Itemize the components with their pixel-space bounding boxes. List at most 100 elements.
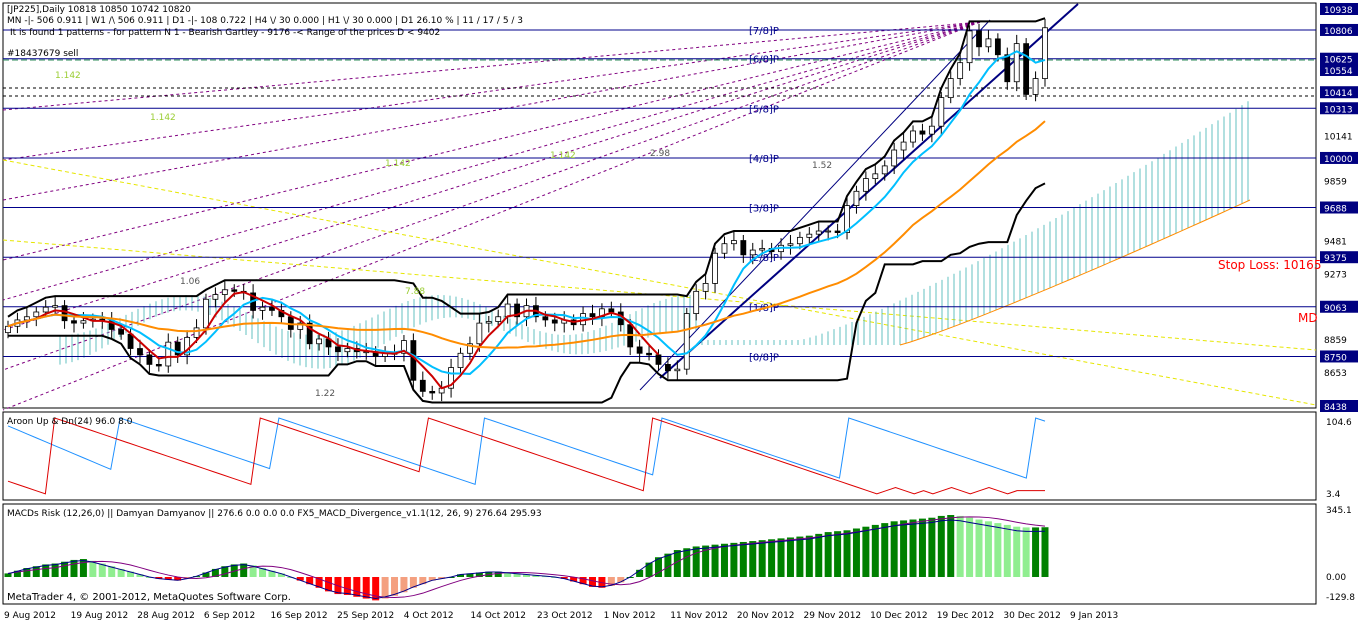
price-tag-label: 9688: [1324, 205, 1347, 215]
date-tick-label: 6 Sep 2012: [204, 611, 255, 621]
candle-body: [985, 38, 992, 48]
copyright-label: MetaTrader 4, © 2001-2012, MetaQuotes So…: [7, 592, 291, 603]
price-tag-label: 10938: [1324, 6, 1353, 16]
candle-body: [759, 248, 766, 251]
candle-body: [457, 352, 464, 368]
candle-body: [966, 30, 973, 64]
ratio-label: 1.142: [385, 159, 411, 169]
aroon-label: Aroon Up & Dn(24) 96.0 8.0: [7, 417, 133, 427]
murrey-level-label: [5/8]P: [749, 104, 779, 115]
price-tick-label: 8653: [1324, 369, 1347, 379]
candle-body: [938, 97, 945, 127]
macd-bar: [711, 544, 719, 577]
candle-body: [316, 338, 323, 345]
candle-body: [146, 354, 153, 365]
candle-body: [872, 173, 879, 179]
candle-body: [919, 130, 926, 135]
candle-body: [410, 340, 417, 381]
price-tick-label: 9859: [1324, 177, 1347, 187]
instrument-title: [JP225],Daily 10818 10850 10742 10820: [7, 5, 191, 15]
macd-bar: [4, 573, 12, 577]
macd-bar: [1032, 527, 1040, 577]
macd-bar: [683, 548, 691, 577]
chart-canvas: [7/8]P[6/8]P[5/8]P[4/8]P[3/8]P[2/8]P[1/8…: [0, 0, 1360, 622]
date-tick-label: 30 Dec 2012: [1003, 611, 1061, 621]
macd-bar: [353, 577, 361, 597]
macd-bar: [79, 559, 87, 577]
candle-body: [608, 308, 615, 313]
macd-bar: [758, 540, 766, 577]
candle-body: [674, 368, 681, 372]
candle-body: [655, 354, 662, 365]
candle-body: [731, 240, 737, 245]
macd-bar: [890, 521, 898, 577]
date-tick-label: 29 Nov 2012: [804, 611, 862, 621]
date-tick-label: 16 Sep 2012: [271, 611, 328, 621]
date-tick-label: 9 Aug 2012: [4, 611, 56, 621]
candle-body: [344, 348, 351, 353]
mtf-summary: MN -|- 506 0.911 | W1 /\ 506 0.911 | D1 …: [7, 16, 523, 26]
ratio-label: 1.142: [550, 151, 576, 161]
date-tick-label: 19 Dec 2012: [937, 611, 995, 621]
candle-body: [693, 290, 700, 314]
candle-body: [796, 236, 803, 245]
macd-bar: [768, 539, 776, 577]
candle-body: [118, 329, 125, 335]
macd-bar: [843, 530, 851, 577]
date-tick-label: 1 Nov 2012: [604, 611, 656, 621]
price-tag-label: 10414: [1324, 89, 1353, 99]
candle-body: [749, 249, 756, 256]
candle-body: [1032, 78, 1039, 95]
price-tag-label: 9375: [1324, 254, 1347, 264]
candle-body: [825, 230, 832, 233]
macd-bar: [343, 577, 351, 595]
pattern-notice: It is found 1 patterns - for pattern N 1…: [10, 28, 440, 38]
macd-bar: [645, 562, 653, 577]
candle-body: [1042, 27, 1048, 79]
candle-body: [881, 165, 888, 175]
candle-body: [212, 294, 219, 300]
macd-bar: [937, 515, 945, 577]
macd-axis-bottom: -129.8: [1326, 593, 1355, 603]
candle-body: [259, 306, 266, 311]
price-tag-label: 10313: [1324, 105, 1353, 115]
date-tick-label: 14 Oct 2012: [470, 611, 526, 621]
macd-bar: [881, 523, 889, 577]
candle-body: [23, 316, 30, 321]
candle-body: [71, 320, 77, 324]
macd-bar: [994, 523, 1002, 577]
macd-bar: [51, 563, 59, 577]
candle-body: [231, 289, 238, 292]
candle-body: [269, 306, 275, 311]
candle-body: [33, 311, 40, 318]
md-label: MD: [1298, 311, 1318, 325]
candle-body: [636, 346, 643, 354]
price-tag-label: 9063: [1324, 304, 1347, 314]
candle-body: [683, 313, 690, 370]
candle-body: [1004, 54, 1011, 83]
candle-body: [928, 125, 935, 135]
candle-body: [495, 316, 502, 322]
macd-bar: [749, 541, 757, 577]
candle-body: [42, 306, 49, 313]
ratio-label: 7.88: [405, 287, 425, 297]
candle-body: [806, 233, 813, 238]
macd-bar: [730, 542, 738, 577]
macd-bar: [1013, 526, 1021, 577]
candle-body: [947, 78, 954, 99]
candle-body: [834, 230, 841, 233]
candle-body: [787, 243, 794, 246]
price-tag-label: 8438: [1324, 403, 1347, 413]
order-label: #18437679 sell: [7, 49, 78, 59]
candle-body: [589, 313, 596, 318]
candle-body: [910, 130, 916, 143]
candle-body: [419, 379, 426, 392]
macd-bar: [1022, 527, 1030, 577]
ratio-label: 1.22: [315, 389, 335, 399]
ratio-label: 1.52: [812, 161, 832, 171]
murrey-level-label: [3/8]P: [749, 204, 779, 215]
price-tag-label: 10000: [1324, 155, 1353, 165]
date-tick-label: 20 Nov 2012: [737, 611, 795, 621]
date-tick-label: 25 Sep 2012: [337, 611, 394, 621]
macd-bar: [984, 521, 992, 577]
